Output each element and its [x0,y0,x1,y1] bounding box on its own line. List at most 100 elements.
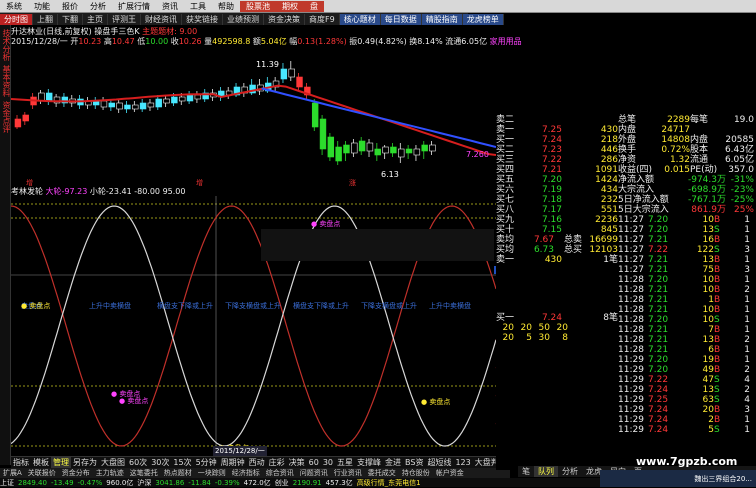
toolbar-item-7[interactable]: 业绩预测 [223,13,264,25]
candle-body [429,144,436,152]
tick-18-0: 11:29 [618,395,644,405]
tick-row-15: 11:29 7.20 49 B 2 [618,365,756,375]
stat-3-0: 换手 [618,145,637,155]
extension-tab-5[interactable]: 热点题材 [161,468,195,478]
indicator-tab-15[interactable]: 五星 [335,457,355,468]
tick-4-1: 7.21 [648,255,669,265]
menu-item-6[interactable]: 工具 [184,1,212,12]
toolbar-item-2[interactable]: 下翻 [58,13,83,25]
buy-row-1-c0: 买二 [496,145,515,155]
tick-16-0: 11:29 [618,375,644,385]
buy-row-3-c2: 1091 [595,165,618,175]
indicator-tab-18[interactable]: BS资 [403,457,425,468]
indicator-tab-0[interactable]: 指标 [11,457,31,468]
stat-1-3 [720,125,754,135]
extension-tab-4[interactable]: 这笔委托 [127,468,161,478]
v2-label: 小轮 [89,187,106,196]
left-side-tabs: 技术分析 基本资料 资金点评 [0,25,11,465]
extension-tab-6[interactable]: 一块踪则 [195,468,229,478]
indicator-tab-19[interactable]: 超短线 [425,457,453,468]
toolbar-item-13[interactable]: 龙虎榜单 [462,13,504,25]
watermark: www.7gpzb.com [636,455,738,468]
menu-item-7[interactable]: 帮助 [212,1,240,12]
indicator-tab-16[interactable]: 支撑峰 [355,457,383,468]
extension-tab-9[interactable]: 问题资讯 [297,468,331,478]
indicator-tab-9[interactable]: 周期钟 [219,457,247,468]
candle-body [280,68,288,80]
toolbar-item-4[interactable]: 评测王 [108,13,141,25]
stat-4-0: 净资 [618,155,637,165]
right-tab-0[interactable]: 笔 [518,466,534,477]
toolbar-item-8[interactable]: 资金决策 [264,13,305,25]
indicator-tab-20[interactable]: 123 [453,458,472,467]
cy-amount: 457.3亿 [325,478,353,487]
flow-label-3: 5日大宗流入 [618,205,669,215]
extension-tab-0[interactable]: 扩展A [0,468,25,478]
indicator-tab-5[interactable]: 60次 [127,457,149,468]
indicator-tab-17[interactable]: 金进 [383,457,403,468]
tick-21-2: 5 [708,425,714,435]
indicator-tab-7[interactable]: 15次 [171,457,193,468]
extension-tab-13[interactable]: 帐户资金 [433,468,467,478]
tick-6-3: B [714,275,721,285]
tick-17-3: S [714,385,720,395]
indicator-tab-6[interactable]: 30次 [149,457,171,468]
toolbar-item-9[interactable]: 商度F9 [305,13,340,25]
extension-tab-7[interactable]: 经济指标 [229,468,263,478]
indicator-tab-14[interactable]: 30 [321,458,335,467]
tick-20-1: 7.24 [648,415,669,425]
toolbar-item-3[interactable]: 主页 [83,13,108,25]
extension-tab-1[interactable]: 关联报价 [25,468,59,478]
stat-0-3: 19.0 [733,115,754,125]
indicator-tab-4[interactable]: 大盘图 [99,457,127,468]
right-tab-1[interactable]: 队列 [534,466,558,477]
menu-item-8[interactable]: 股票池 [240,0,276,12]
extension-tab-8[interactable]: 综合资讯 [263,468,297,478]
extension-tab-12[interactable]: 持仓股份 [399,468,433,478]
toolbar-item-6[interactable]: 获奖链接 [182,13,223,25]
extension-tab-10[interactable]: 行业资讯 [331,468,365,478]
buy-one-c1: 7.24 [541,313,562,323]
menu-item-3[interactable]: 分析 [84,1,112,12]
sh-amount: 960.0亿 [106,478,134,487]
menu-item-4[interactable]: 扩展行情 [112,1,156,12]
extension-tabs: 扩展A 关联报价 资金分布 主力轨迹 这笔委托 热点题材 一块踪则 经济指标 综合资讯 问题资讯行… [0,468,510,478]
indicator-tab-13[interactable]: 60 [307,458,321,467]
menu-item-9[interactable]: 期权 [276,0,304,12]
menu-item-5[interactable]: 资讯 [156,1,184,12]
toolbar-item-12[interactable]: 精股指南 [421,13,463,25]
menu-item-1[interactable]: 功能 [28,1,56,12]
menu-item-0[interactable]: 系统 [0,1,28,12]
indicator-tab-3[interactable]: 另存为 [71,457,99,468]
stat-5-2: PE(动) [690,165,718,175]
toolbar-item-5[interactable]: 财经资讯 [141,13,182,25]
flow-label-0: 净流入额 [618,175,655,185]
taskbar-item[interactable]: 魏出三界组合20... [694,474,752,484]
toolbar-item-0[interactable]: 分时图 [0,13,33,25]
indicator-tab-12[interactable]: 决策 [287,457,307,468]
tick-1-4: 1 [744,225,750,235]
tick-19-0: 11:29 [618,405,644,415]
indicator-tab-11[interactable]: 庄彩 [267,457,287,468]
toolbar-item-11[interactable]: 每日数据 [380,13,422,25]
extension-tab-2[interactable]: 资金分布 [59,468,93,478]
kline-chart[interactable]: 11.39 6.13 7.260 [11,57,496,179]
right-tab-2[interactable]: 分析 [558,466,582,477]
toolbar-item-10[interactable]: 核心题材 [339,13,381,25]
tick-14-0: 11:29 [618,355,644,365]
extension-tab-3[interactable]: 主力轨迹 [93,468,127,478]
tick-5-3: B [714,265,721,275]
toolbar-item-1[interactable]: 上翻 [33,13,58,25]
menu-item-2[interactable]: 报价 [56,1,84,12]
candle-body [311,102,319,128]
v1-label: 大轮 [45,187,62,196]
extension-tab-11[interactable]: 委托成交 [365,468,399,478]
indicator-tab-1[interactable]: 模板 [31,457,51,468]
indicator-tab-8[interactable]: 5分钟 [194,457,219,468]
stat-2-3: 20585 [725,135,754,145]
tick-10-1: 7.20 [648,315,669,325]
menu-item-10[interactable]: 盘 [304,0,324,12]
indicator-tab-2[interactable]: 管理 [51,457,71,468]
candle-body [351,142,358,154]
indicator-tab-10[interactable]: 西动 [247,457,267,468]
